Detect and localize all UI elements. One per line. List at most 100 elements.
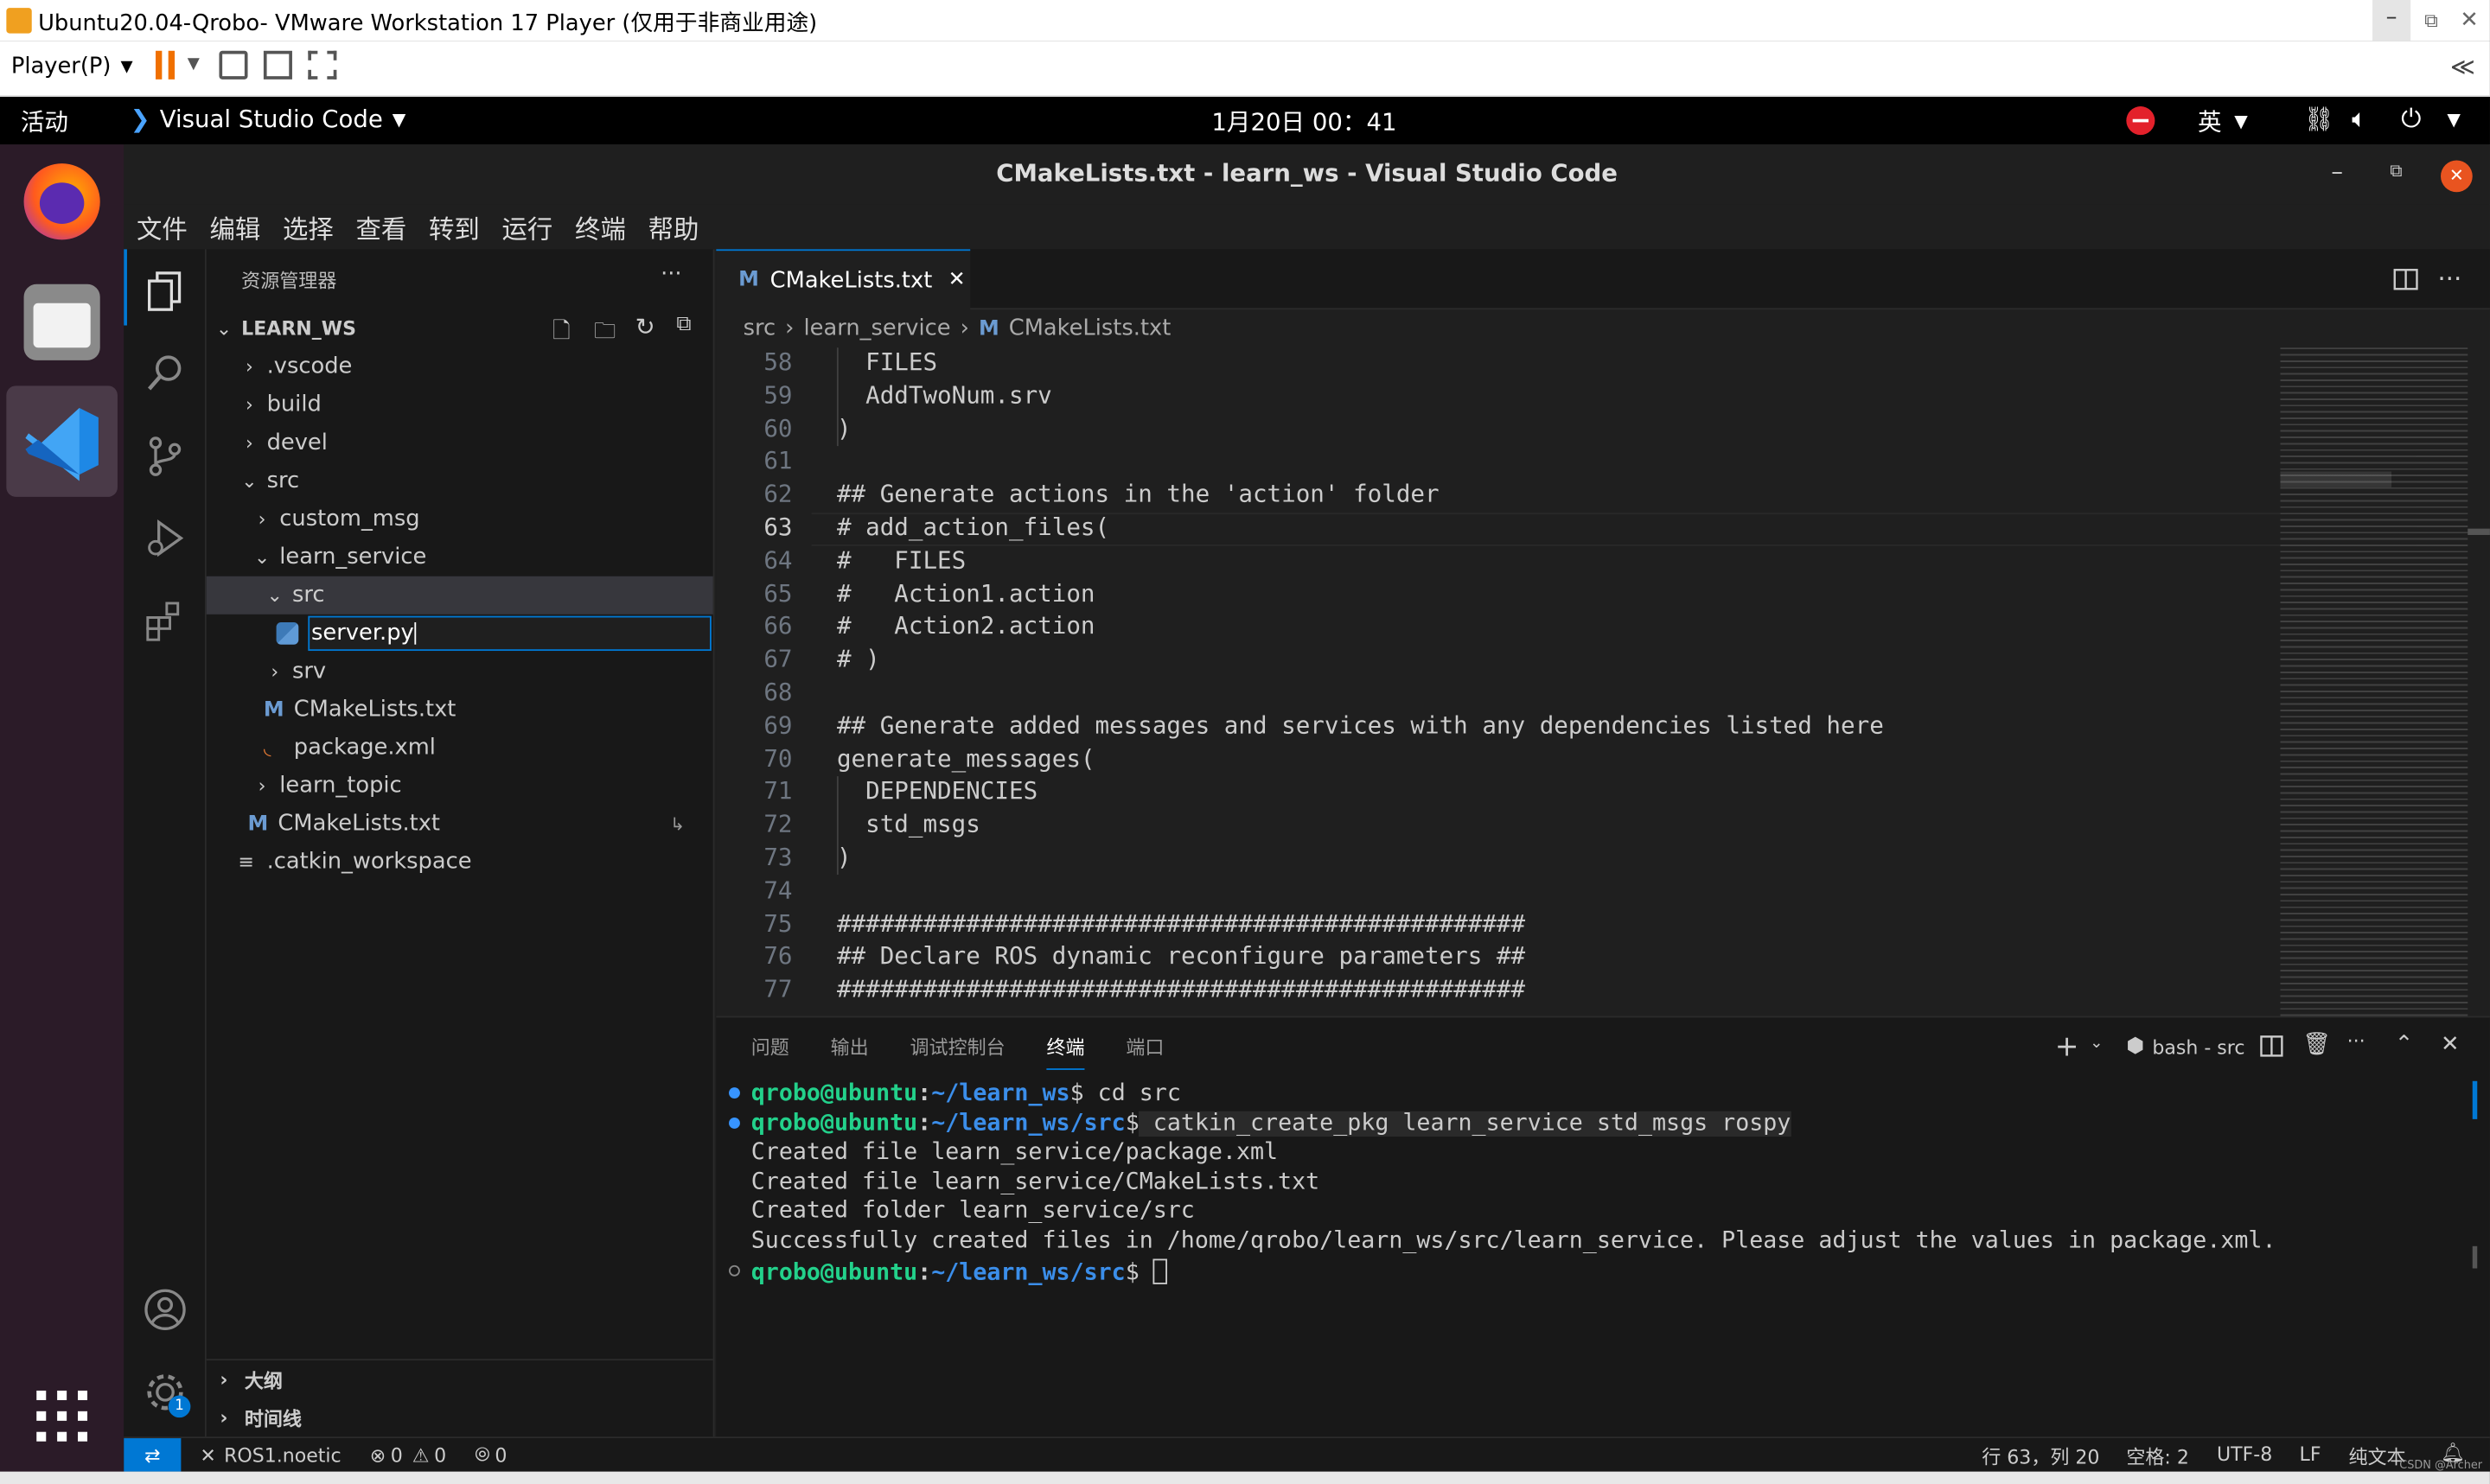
tree-item-learn-topic[interactable]: › learn_topic [207, 767, 713, 805]
tree-item-custom-msg[interactable]: › custom_msg [207, 500, 713, 538]
network-icon[interactable]: ⛓ [2304, 105, 2334, 133]
send-ctrl-alt-del-icon[interactable] [219, 50, 248, 80]
minimap-viewport[interactable] [2280, 471, 2392, 487]
tab-debug-console[interactable]: 调试控制台 [910, 1033, 1005, 1060]
do-not-disturb-icon[interactable] [2126, 106, 2155, 136]
chevron-down-icon[interactable]: ▼ [2447, 110, 2461, 131]
source-control-icon[interactable] [143, 433, 187, 477]
terminal-selector[interactable]: ⬢ bash - src [2126, 1035, 2244, 1060]
new-file-icon[interactable]: 🗋︎ [552, 315, 571, 353]
python-file-icon [276, 621, 299, 645]
new-folder-icon[interactable]: 🗀︎ [594, 315, 616, 353]
problems-status[interactable]: ⊗ 0 ⚠ 0 [370, 1443, 446, 1466]
menu-help[interactable]: 帮助 [648, 208, 699, 246]
tree-item-srv[interactable]: › srv [207, 653, 713, 691]
ports-status[interactable]: ⦾ 0 [475, 1443, 507, 1468]
restore-icon[interactable]: ⧉ [2416, 0, 2448, 41]
refresh-icon[interactable]: ↻ [635, 313, 655, 341]
power-icon[interactable]: ⏻ [2401, 103, 2421, 135]
volume-icon[interactable]: 🔈︎ [2352, 103, 2367, 135]
cursor-position[interactable]: 行 63，列 20 [1982, 1443, 2099, 1470]
split-editor-icon[interactable] [2393, 268, 2418, 290]
breadcrumb-item[interactable]: CMakeLists.txt [1009, 316, 1172, 341]
close-icon[interactable]: ✕ [948, 268, 966, 292]
collapse-toolbar-icon[interactable]: ≪ [2450, 53, 2475, 81]
tree-item-server-py[interactable]: server.py [207, 615, 713, 653]
fullscreen-icon[interactable] [263, 50, 292, 80]
menu-edit[interactable]: 编辑 [209, 208, 260, 246]
vscode-dock-item[interactable] [6, 385, 118, 497]
input-method-indicator[interactable]: 英 ▼ [2198, 105, 2248, 138]
menu-run[interactable]: 运行 [502, 208, 553, 246]
tree-item-build[interactable]: › build [207, 385, 713, 424]
new-terminal-icon[interactable]: + [2055, 1030, 2079, 1064]
restore-icon[interactable]: ⧉ [2390, 161, 2402, 183]
editor-scrollbar-thumb[interactable] [2468, 528, 2490, 535]
run-debug-icon[interactable] [143, 516, 187, 560]
explorer-icon[interactable] [143, 268, 187, 312]
remote-indicator-icon[interactable]: ⇄ [124, 1438, 182, 1472]
menu-view[interactable]: 查看 [356, 208, 407, 246]
timeline-section[interactable]: › 时间线 [207, 1398, 713, 1436]
tab-problems[interactable]: 问题 [751, 1033, 789, 1060]
minimize-icon[interactable]: – [2372, 0, 2411, 41]
menu-file[interactable]: 文件 [137, 208, 188, 246]
more-actions-icon[interactable]: ··· [2437, 264, 2461, 294]
extensions-icon[interactable] [143, 598, 187, 642]
accounts-icon[interactable] [143, 1288, 187, 1332]
tab-terminal[interactable]: 终端 [1046, 1023, 1085, 1070]
close-icon[interactable]: ✕ [2441, 160, 2473, 193]
firefox-icon[interactable] [23, 163, 100, 240]
indentation[interactable]: 空格: 2 [2126, 1443, 2189, 1470]
terminal-output[interactable]: qrobo@ubuntu:~/learn_ws$ cd src qrobo@ub… [716, 1078, 2490, 1438]
end-of-line[interactable]: LF [2300, 1443, 2321, 1466]
terminal-icon: ⬢ [2126, 1035, 2145, 1060]
close-icon[interactable]: ✕ [2452, 0, 2487, 41]
tree-item-src[interactable]: ⌄ src [207, 462, 713, 500]
tab-ports[interactable]: 端口 [1126, 1033, 1164, 1060]
chevron-down-icon[interactable]: ⌄ [2090, 1035, 2103, 1053]
tab-output[interactable]: 输出 [831, 1033, 869, 1060]
files-icon[interactable] [23, 283, 100, 360]
close-icon[interactable]: ✕ [2441, 1032, 2460, 1057]
tree-item-learn-service-src[interactable]: ⌄ src [206, 576, 713, 615]
terminal-label: bash - src [2152, 1035, 2245, 1059]
rename-input[interactable]: server.py [308, 615, 712, 652]
tree-item-cmakelists-service[interactable]: M CMakeLists.txt [207, 691, 713, 729]
more-actions-icon[interactable]: ··· [2347, 1030, 2366, 1053]
remote-status[interactable]: ✕ ROS1.noetic [200, 1443, 341, 1466]
tree-item-cmakelists-root[interactable]: M CMakeLists.txt ↳ [207, 805, 713, 843]
tree-item-package-xml[interactable]: ◟ package.xml [207, 729, 713, 767]
language-mode[interactable]: 纯文本 [2348, 1443, 2405, 1470]
menu-terminal[interactable]: 终端 [575, 208, 626, 246]
tree-item-learn-service[interactable]: ⌄ learn_service [207, 538, 713, 576]
encoding[interactable]: UTF-8 [2217, 1443, 2272, 1466]
search-icon[interactable] [143, 351, 187, 395]
collapse-all-icon[interactable]: ⧉ [676, 313, 691, 337]
app-menu[interactable]: ❯ Visual Studio Code ▼ [131, 105, 406, 133]
split-terminal-icon[interactable] [2260, 1035, 2284, 1058]
outline-section[interactable]: › 大纲 [207, 1360, 713, 1398]
tree-item-catkin-workspace[interactable]: ≡ .catkin_workspace [207, 843, 713, 881]
minimap[interactable] [2280, 347, 2468, 1016]
clock[interactable]: 1月20日 00：41 [1211, 105, 1396, 138]
player-menu-button[interactable]: Player(P) ▼ [11, 54, 133, 79]
pause-icon[interactable] [168, 50, 176, 80]
tree-item-vscode[interactable]: › .vscode [207, 347, 713, 385]
tree-item-devel[interactable]: › devel [207, 424, 713, 462]
minimize-icon[interactable]: – [2331, 157, 2343, 186]
more-actions-icon[interactable]: ··· [661, 262, 682, 287]
breadcrumb-item[interactable]: learn_service [803, 316, 950, 341]
outline-label: 大纲 [244, 1369, 283, 1392]
trash-icon[interactable]: 🗑︎ [2302, 1032, 2331, 1057]
unity-icon[interactable] [308, 50, 337, 80]
menu-go[interactable]: 转到 [429, 208, 480, 246]
chevron-down-icon[interactable]: ▼ [188, 55, 200, 73]
show-applications-icon[interactable] [35, 1389, 88, 1443]
chevron-up-icon[interactable]: ⌃ [2395, 1032, 2414, 1057]
activities-button[interactable]: 活动 [21, 105, 68, 138]
code-editor[interactable]: 58 FILES 59 AddTwoNum.srv 60) 61 62 ## Ge… [716, 347, 2281, 1016]
breadcrumb-item[interactable]: src [744, 316, 776, 341]
menu-selection[interactable]: 选择 [283, 208, 334, 246]
tab-cmakelists[interactable]: M CMakeLists.txt ✕ [716, 249, 971, 310]
